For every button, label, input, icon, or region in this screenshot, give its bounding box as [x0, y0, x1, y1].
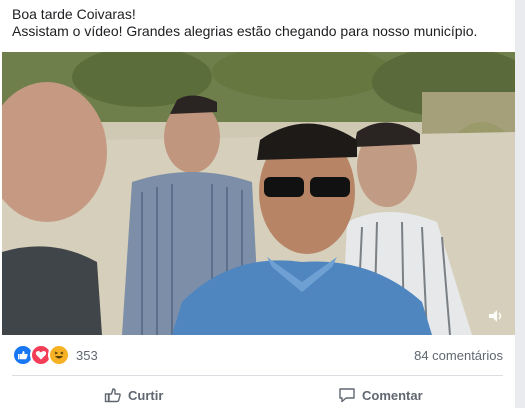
actions-divider: [12, 375, 503, 376]
video-frame: [2, 52, 515, 335]
thumbs-up-icon: [104, 388, 121, 403]
comment-button[interactable]: Comentar: [338, 384, 423, 406]
reactions-summary[interactable]: 353: [12, 344, 98, 366]
haha-icon: [48, 344, 70, 366]
sound-icon[interactable]: [487, 307, 505, 325]
comments-count-link[interactable]: 84 comentários: [414, 348, 503, 363]
page-border: [515, 0, 525, 408]
comment-button-label: Comentar: [362, 387, 423, 403]
post-text-line-2: Assistam o vídeo! Grandes alegrias estão…: [12, 23, 478, 39]
post-text: Boa tarde Coivaras! Assistam o vídeo! Gr…: [12, 6, 477, 40]
like-button[interactable]: Curtir: [104, 384, 163, 406]
post-text-line-1: Boa tarde Coivaras!: [12, 6, 136, 22]
reaction-count: 353: [76, 347, 98, 363]
like-button-label: Curtir: [128, 387, 164, 403]
comment-icon: [339, 388, 355, 403]
video-player[interactable]: [2, 52, 515, 335]
